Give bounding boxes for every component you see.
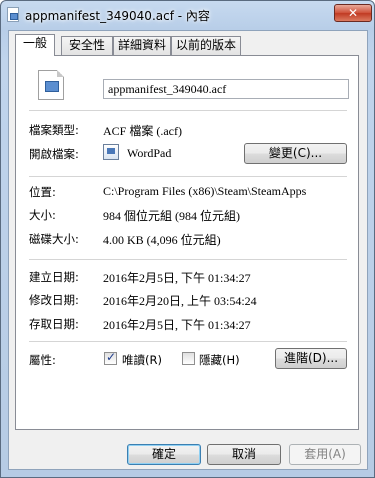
apply-button[interactable]: 套用(A) [289,444,361,465]
created-value: 2016年2月5日, 下午 01:34:27 [103,271,251,285]
attributes-label: 屬性: [29,353,56,367]
file-name-field[interactable]: appmanifest_349040.acf [103,79,349,99]
readonly-label[interactable]: 唯讀(R) [122,352,162,368]
title-bar[interactable]: appmanifest_349040.acf - 內容 ✕ [1,1,374,29]
disk-size-label: 磁碟大小: [29,232,79,246]
tab-details[interactable]: 詳細資料 [113,36,171,55]
created-label: 建立日期: [29,270,79,284]
readonly-checkbox[interactable]: ✓ [104,350,117,365]
size-label: 大小: [29,208,56,222]
separator [29,259,347,260]
modified-label: 修改日期: [29,293,79,307]
size-value: 984 個位元組 (984 位元組) [103,209,240,223]
file-type-value: ACF 檔案 (.acf) [103,124,182,138]
file-type-label: 檔案類型: [29,123,79,137]
tab-previous-versions[interactable]: 以前的版本 [171,36,241,55]
check-mark-icon: ✓ [106,350,117,364]
hidden-label[interactable]: 隱藏(H) [199,352,240,368]
location-value: C:\Program Files (x86)\Steam\SteamApps [103,184,307,198]
wordpad-icon [103,144,119,160]
opens-with-value: WordPad [127,146,172,160]
separator [29,110,347,111]
acf-file-icon [38,70,64,100]
separator [29,176,347,177]
separator [29,341,347,342]
dialog-client-area: 一般 安全性 詳細資料 以前的版本 appmanifest_349040.acf… [8,30,368,470]
opens-with-label: 開啟檔案: [29,147,79,161]
ok-button[interactable]: 確定 [127,444,201,465]
tab-security[interactable]: 安全性 [61,36,113,55]
tab-general[interactable]: 一般 [15,34,55,56]
hidden-checkbox[interactable] [182,352,195,365]
location-label: 位置: [29,185,56,199]
modified-value: 2016年2月20日, 上午 03:54:24 [103,294,257,308]
close-button[interactable]: ✕ [334,4,372,22]
accessed-value: 2016年2月5日, 下午 01:34:27 [103,318,251,332]
file-icon [7,7,19,22]
disk-size-value: 4.00 KB (4,096 位元組) [103,233,221,247]
change-button[interactable]: 變更(C)... [244,143,347,164]
properties-window: appmanifest_349040.acf - 內容 ✕ 一般 安全性 詳細資… [0,0,375,478]
advanced-button[interactable]: 進階(D)... [275,348,347,369]
general-tab-panel: appmanifest_349040.acf 檔案類型: ACF 檔案 (.ac… [15,55,359,430]
accessed-label: 存取日期: [29,317,79,331]
cancel-button[interactable]: 取消 [207,444,281,465]
window-title: appmanifest_349040.acf - 內容 [25,9,210,23]
